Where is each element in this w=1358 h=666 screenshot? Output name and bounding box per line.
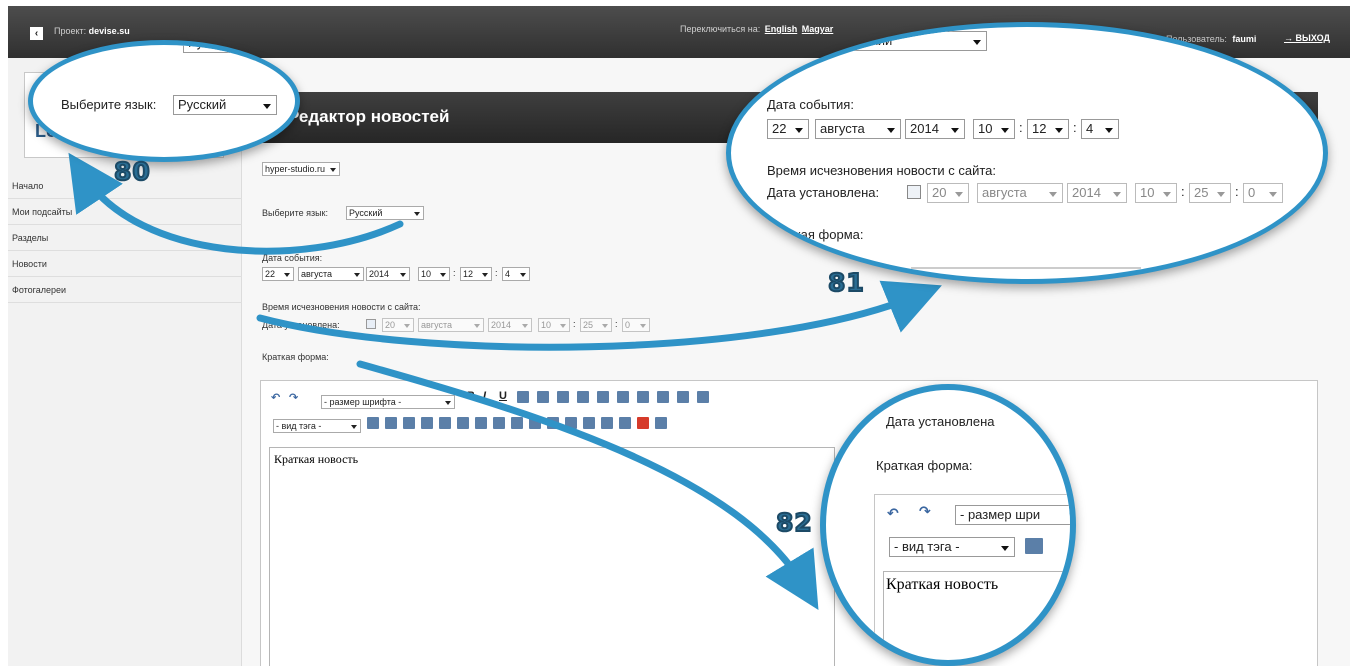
zoom-expire-label: Время исчезновения новости с сайта: (767, 163, 996, 178)
step-number-80: 80 (113, 156, 151, 187)
zoom-date-set-label: Дата установлена (886, 414, 995, 429)
zoom-short-form-label: Краткая форма: (767, 227, 864, 242)
zoom-callout-81: Русский Дата события: 22 августа 2014 10… (726, 22, 1328, 284)
zoom-undo-icon[interactable]: ↶ (887, 505, 899, 522)
step-number-82: 82 (775, 507, 813, 538)
zoom-table-icon[interactable] (1025, 538, 1043, 554)
arrow-80 (68, 152, 404, 255)
time-separator: : (1073, 120, 1077, 135)
zoom-short-form-label: Краткая форма: (876, 458, 973, 473)
zoom-event-minute[interactable]: 12 (1027, 119, 1069, 139)
time-separator: : (1235, 184, 1239, 199)
zoom-callout-82: Дата установлена Краткая форма: ↶ ↷ - ра… (820, 384, 1076, 666)
zoom-editor-area[interactable]: Краткая новость (883, 571, 1070, 660)
zoom-event-year[interactable]: 2014 (905, 119, 965, 139)
zoom-event-label: Дата события: (767, 97, 854, 112)
zoom-editor-edge (911, 267, 1141, 269)
zoom-redo-icon[interactable]: ↷ (919, 503, 931, 520)
arrow-81 (256, 280, 942, 351)
zoom-event-hour[interactable]: 10 (973, 119, 1015, 139)
zoom-callout-80: Русский Выберите язык: Русский (28, 40, 300, 162)
zoom-expire-hour[interactable]: 10 (1135, 183, 1177, 203)
zoom-font-size-select[interactable]: - размер шри (955, 505, 1070, 525)
arrow-82 (356, 360, 819, 610)
zoom-language-select[interactable]: Русский (173, 95, 277, 115)
zoom-editor-frame: ↶ ↷ - размер шри - вид тэга - Краткая но… (874, 494, 1070, 660)
time-separator: : (1019, 120, 1023, 135)
zoom-expire-year[interactable]: 2014 (1067, 183, 1127, 203)
zoom-top-select: Русский (839, 31, 987, 51)
zoom-event-second[interactable]: 4 (1081, 119, 1119, 139)
zoom-expire-second[interactable]: 0 (1243, 183, 1283, 203)
zoom-expire-minute[interactable]: 25 (1189, 183, 1231, 203)
zoom-editor-text: Краткая новость (886, 576, 999, 593)
zoom-expire-checkbox[interactable] (907, 185, 921, 199)
step-number-81: 81 (827, 267, 865, 298)
zoom-event-day[interactable]: 22 (767, 119, 809, 139)
zoom-expire-month[interactable]: августа (977, 183, 1063, 203)
zoom-set-label: Дата установлена: (767, 185, 880, 200)
zoom-language-label: Выберите язык: (61, 97, 157, 112)
time-separator: : (1181, 184, 1185, 199)
zoom-expire-day[interactable]: 20 (927, 183, 969, 203)
zoom-tag-type-select[interactable]: - вид тэга - (889, 537, 1015, 557)
zoom-event-month[interactable]: августа (815, 119, 901, 139)
